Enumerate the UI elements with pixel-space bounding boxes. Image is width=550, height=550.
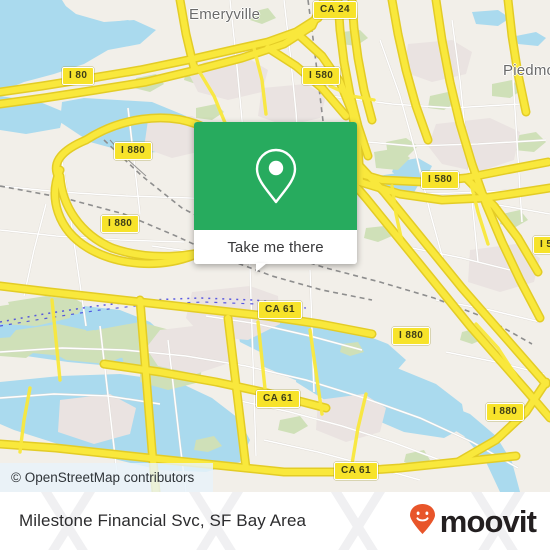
highway-shield-ca61: CA 61 xyxy=(256,390,300,408)
map-canvas[interactable]: Emeryville Piedmont I 80 I 880 I 880 CA … xyxy=(0,0,550,492)
highway-shield-i580: I 580 xyxy=(302,67,341,85)
highway-shield-i580: I 580 xyxy=(533,236,550,254)
moovit-wordmark: moovit xyxy=(439,503,537,539)
footer-bar: Milestone Financial Svc, SF Bay Area moo… xyxy=(0,492,550,550)
highway-shield-ca24: CA 24 xyxy=(313,1,357,19)
map-screenshot-page: Emeryville Piedmont I 80 I 880 I 880 CA … xyxy=(0,0,550,550)
highway-shield-ca61: CA 61 xyxy=(334,462,378,480)
popup-footer[interactable]: Take me there xyxy=(194,230,357,272)
moovit-pin-icon xyxy=(409,503,436,540)
location-popup-card[interactable]: Take me there xyxy=(194,122,357,272)
highway-shield-i80: I 80 xyxy=(62,67,95,85)
highway-shield-i880: I 880 xyxy=(114,142,153,160)
popup-header xyxy=(194,122,357,230)
highway-shield-i880: I 880 xyxy=(101,215,140,233)
location-title: Milestone Financial Svc, SF Bay Area xyxy=(19,511,307,530)
attribution-text: © OpenStreetMap contributors xyxy=(11,470,195,485)
highway-shield-ca61: CA 61 xyxy=(258,301,302,319)
highway-shield-i580: I 580 xyxy=(421,171,460,189)
place-label-piedmont: Piedmont xyxy=(503,62,550,79)
footer-content: Milestone Financial Svc, SF Bay Area moo… xyxy=(0,492,550,550)
highway-shield-i880: I 880 xyxy=(486,403,525,421)
place-label-emeryville: Emeryville xyxy=(189,6,261,23)
attribution-bar[interactable]: © OpenStreetMap contributors xyxy=(0,463,213,492)
popup-pointer xyxy=(256,263,267,272)
map-pin-icon xyxy=(253,146,299,206)
moovit-logo[interactable]: moovit xyxy=(409,503,537,540)
take-me-there-label: Take me there xyxy=(227,238,324,256)
highway-shield-i880: I 880 xyxy=(392,327,431,345)
